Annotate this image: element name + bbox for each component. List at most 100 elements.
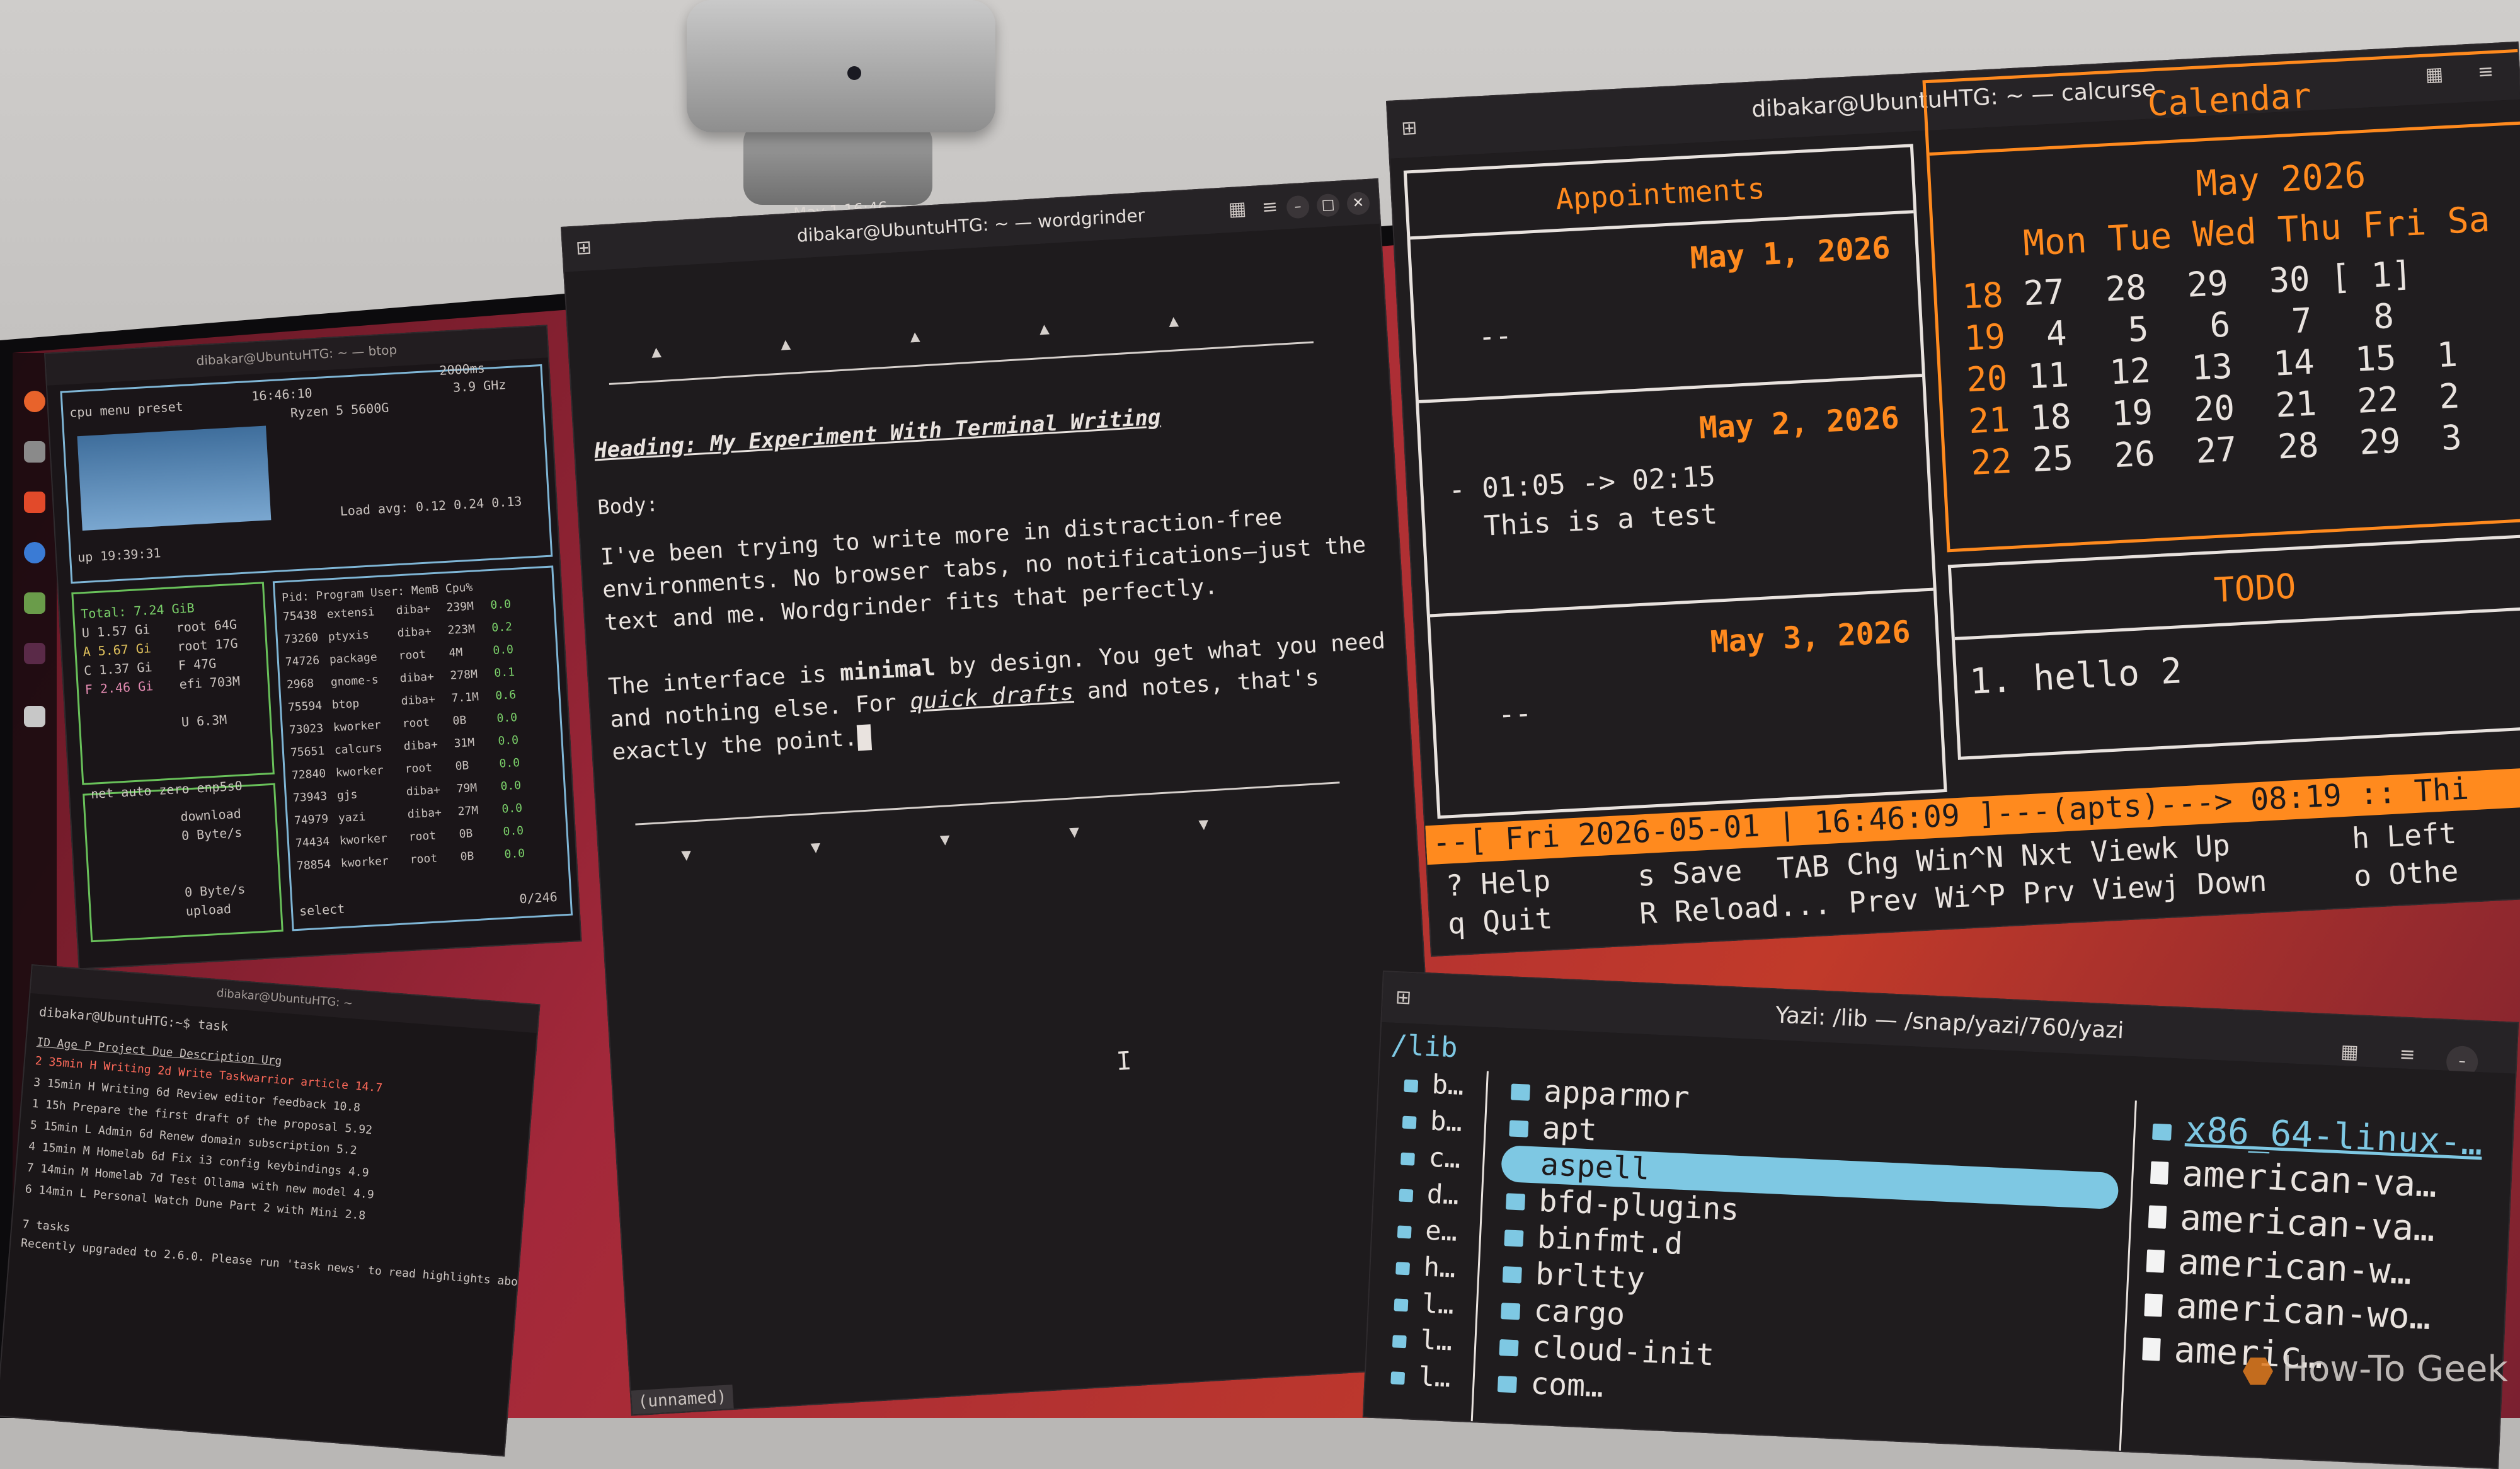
todo-panel[interactable]: TODO 1. hello 2 <box>1947 533 2520 760</box>
day-3-entry: -- <box>1497 697 1533 731</box>
process-row[interactable]: 75594 btop diba+ 7.1M 0.6 <box>287 688 534 714</box>
current-entry[interactable]: apt <box>1509 1109 1598 1148</box>
grid-view-icon[interactable]: ▦ <box>2340 1040 2359 1063</box>
day-1-date: May 1, 2026 <box>1689 230 1891 277</box>
process-row[interactable]: 73023 kworker root 0B 0.0 <box>289 710 535 737</box>
taskwarrior-window[interactable]: dibakar@UbuntuHTG: ~ dibakar@UbuntuHTG:~… <box>0 964 541 1457</box>
app-icon[interactable] <box>24 592 45 614</box>
entry-name: aspell <box>1540 1146 1651 1187</box>
process-pid: 73023 <box>289 722 324 737</box>
current-entry[interactable]: cargo <box>1501 1291 1625 1332</box>
btop-window[interactable]: dibakar@UbuntuHTG: ~ — btop cpu menu pre… <box>44 325 582 970</box>
menu-icon[interactable]: ≡ <box>1261 195 1278 218</box>
process-mem: 0B <box>452 713 467 728</box>
process-cpu: 0.2 <box>491 620 513 635</box>
appointments-panel[interactable]: Appointments May 1, 2026 -- May 2, 2026 … <box>1403 144 1947 819</box>
net-upload: 0 Byte/s <box>184 881 246 900</box>
trash-icon[interactable] <box>24 706 45 727</box>
day-2-entry-time[interactable]: - 01:05 -> 02:15 <box>1448 460 1716 506</box>
firefox-icon[interactable] <box>24 391 45 412</box>
process-user: root <box>398 647 427 663</box>
process-cpu: 0.0 <box>492 643 514 657</box>
disk-root: root 64G <box>175 616 238 635</box>
software-center-icon[interactable] <box>24 492 45 513</box>
process-row[interactable]: 2968 gnome-s diba+ 278M 0.1 <box>286 665 532 691</box>
parent-entry[interactable]: l… <box>1394 1286 1455 1320</box>
process-cpu: 0.0 <box>490 597 512 613</box>
entry-name: b… <box>1429 1105 1463 1138</box>
file-icon <box>2148 1205 2167 1229</box>
parent-entry[interactable]: b… <box>1402 1104 1463 1138</box>
calendar-panel[interactable]: Calendar May 2026 Mon Tue Wed Thu Fri Sa… <box>1922 48 2520 553</box>
folder-icon <box>1504 1230 1524 1247</box>
menu-icon[interactable]: ≡ <box>2399 1043 2416 1066</box>
folder-icon <box>1395 1262 1411 1276</box>
current-entry[interactable]: aspell <box>1507 1145 1651 1187</box>
task-news-notice: Recently upgraded to 2.6.0. Please run '… <box>20 1236 541 1293</box>
todo-item-1[interactable]: 1. hello 2 <box>1969 650 2183 703</box>
process-pid: 72840 <box>291 767 326 783</box>
preview-entry[interactable]: american-w… <box>2146 1240 2412 1293</box>
entry-name: american-w… <box>2177 1241 2413 1293</box>
webcam <box>680 0 995 208</box>
process-program: gjs <box>336 788 358 803</box>
text-cursor: _ <box>856 724 872 751</box>
help-icon[interactable] <box>24 542 45 563</box>
parent-entry[interactable]: c… <box>1400 1141 1461 1174</box>
parent-entry[interactable]: b… <box>1404 1068 1465 1101</box>
parent-entry[interactable]: l… <box>1392 1323 1453 1357</box>
folder-icon <box>2152 1123 2172 1141</box>
grid-view-icon[interactable]: ▦ <box>1228 197 1247 221</box>
body-label: Body: <box>597 492 659 520</box>
process-cpu: 0.0 <box>502 824 524 839</box>
process-row[interactable]: 73943 gjs diba+ 79M 0.0 <box>292 778 539 805</box>
proc-select[interactable]: select <box>299 901 345 919</box>
current-entry[interactable]: apparmor <box>1510 1072 1690 1115</box>
process-row[interactable]: 72840 kworker root 0B 0.0 <box>291 755 537 782</box>
entry-name: l… <box>1421 1288 1455 1320</box>
document-status: (unnamed) <box>631 1385 734 1415</box>
files-icon[interactable] <box>24 441 45 463</box>
current-entry[interactable]: brltty <box>1502 1255 1646 1296</box>
folder-icon <box>1497 1375 1517 1393</box>
process-row[interactable]: 74726 package root 4M 0.0 <box>285 642 531 669</box>
terminal-icon[interactable] <box>24 643 45 664</box>
parent-entry[interactable]: h… <box>1395 1250 1456 1284</box>
process-user: diba+ <box>396 602 431 618</box>
entry-name: american-wo… <box>2175 1285 2432 1338</box>
process-pid: 75438 <box>282 608 318 624</box>
process-row[interactable]: 78854 kworker root 0B 0.0 <box>296 846 542 873</box>
entry-name: l… <box>1419 1324 1453 1357</box>
wordgrinder-window[interactable]: ⊞ dibakar@UbuntuHTG: ~ — wordgrinder ▦ ≡… <box>561 178 1449 1416</box>
cpu-refresh[interactable]: 2000ms <box>439 360 485 378</box>
calcurse-window[interactable]: ⊞ dibakar@UbuntuHTG: ~ — calcurse ▦ ≡ Ap… <box>1386 41 2520 957</box>
entry-name: apt <box>1541 1110 1598 1148</box>
day-2-entry-text[interactable]: This is a test <box>1450 498 1718 544</box>
entry-name: apparmor <box>1543 1073 1690 1116</box>
site-watermark: How-To Geek <box>2243 1349 2520 1405</box>
calendar-title: Calendar <box>2146 76 2313 124</box>
editor-area[interactable]: ▲▲▲▲▲ Heading: My Experiment With Termin… <box>564 223 1448 1415</box>
process-mem: 278M <box>450 667 478 683</box>
process-row[interactable]: 73260 ptyxis diba+ 223M 0.2 <box>284 619 530 646</box>
parent-entry[interactable]: e… <box>1397 1214 1458 1247</box>
heading: Heading: My Experiment With Terminal Wri… <box>593 405 1162 464</box>
process-row[interactable]: 74979 yazi diba+ 27M 0.0 <box>294 800 540 827</box>
process-row[interactable]: 75651 calcurs diba+ 31M 0.0 <box>290 732 536 759</box>
cpu-freq: 3.9 GHz <box>452 377 507 395</box>
parent-entry[interactable]: l… <box>1390 1359 1451 1393</box>
week-number: 19 <box>1963 316 2007 359</box>
process-user: diba+ <box>397 625 432 640</box>
ruler-markers-top: ▲▲▲▲▲ <box>651 304 1299 362</box>
process-pid: 74979 <box>294 812 329 827</box>
process-mem: 0B <box>459 827 473 841</box>
process-cpu: 0.0 <box>503 846 525 861</box>
day-3-date: May 3, 2026 <box>1709 614 1911 660</box>
process-user: diba+ <box>403 738 438 754</box>
parent-entry[interactable]: d… <box>1399 1177 1460 1211</box>
current-entry[interactable]: binfmt.d <box>1504 1218 1683 1262</box>
process-row[interactable]: 74434 kworker root 0B 0.0 <box>295 823 541 850</box>
current-entry[interactable]: com… <box>1497 1364 1604 1405</box>
mem-available: A 5.67 Gi <box>82 640 152 660</box>
disk-free: F 47G <box>178 655 217 673</box>
